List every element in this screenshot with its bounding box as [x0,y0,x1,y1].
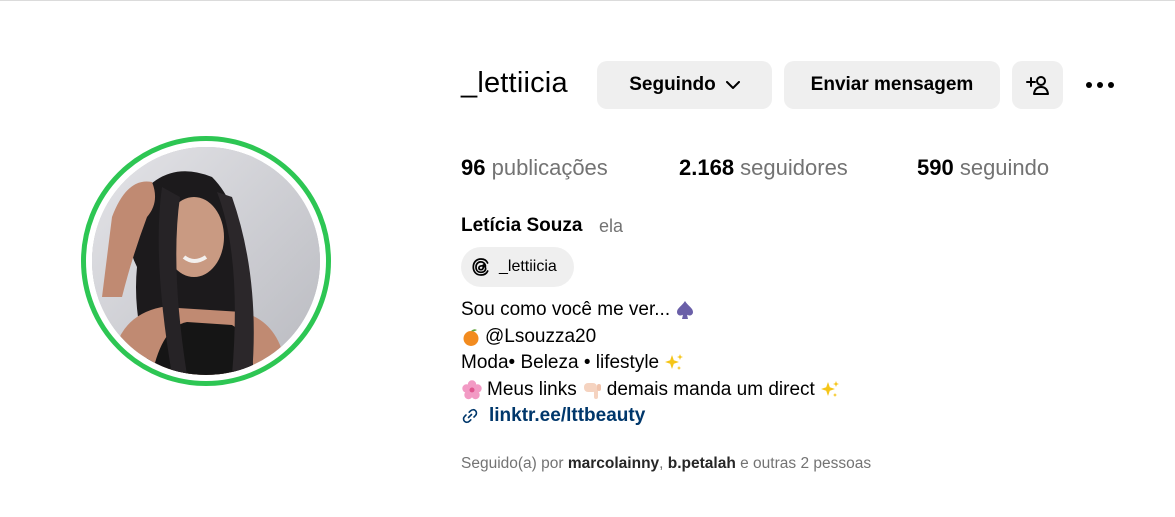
following-button-label: Seguindo [629,74,716,95]
bio-line: @Lsouzza20 [461,324,841,351]
profile-external-link[interactable]: linktr.ee/lttbeauty [461,405,645,427]
tangerine-icon [463,328,479,346]
link-icon [462,408,478,424]
following-count: 590 [917,155,954,180]
posts-count: 96 [461,155,486,180]
top-divider [0,0,1175,3]
cherry-blossom-icon [462,380,482,399]
more-dot [1108,82,1114,88]
followed-by-prefix: Seguido(a) por [461,455,568,472]
profile-photo-icon [92,147,320,375]
bio-line: Meus links demais manda um direct [461,377,841,404]
more-dot [1086,82,1092,88]
mutual-followers[interactable]: Seguido(a) por marcolainny, b.petalah e … [461,455,871,473]
mutual-follower-2[interactable]: b.petalah [668,455,736,472]
profile-full-name: Letícia Souza [461,215,583,236]
bio-line: Moda• Beleza • lifestyle [461,350,841,377]
profile-avatar[interactable] [92,147,320,375]
send-message-label: Enviar mensagem [810,74,974,95]
posts-stat: 96 publicações [461,155,608,181]
spade-suit-icon [677,301,694,320]
threads-icon [472,258,489,276]
bio-line: Sou como você me ver... [461,297,841,324]
bio-line-text: Moda• Beleza • lifestyle [461,352,660,373]
bio-line-text: Sou como você me ver... [461,299,671,320]
following-stat-label: seguindo [953,155,1050,180]
profile-avatar-story-ring[interactable] [81,136,331,386]
bio-mention[interactable]: @Lsouzza20 [485,324,596,351]
add-user-button[interactable] [1012,61,1063,109]
followers-label: seguidores [734,155,848,180]
profile-username: _lettiicia [461,67,568,99]
sparkles-icon [665,354,684,371]
bio-line-text: demais manda um direct [606,378,815,400]
followed-by-separator: , [659,455,668,472]
mutual-follower-1[interactable]: marcolainny [568,455,659,472]
profile-pronoun: ela [599,216,624,236]
following-button[interactable]: Seguindo [597,61,772,109]
pointing-down-hand-icon [583,382,601,399]
following-stat[interactable]: 590 seguindo [917,155,1049,181]
threads-badge[interactable]: _lettiicia [461,247,574,287]
followers-count: 2.168 [679,155,735,180]
profile-bio: Sou como você me ver... @Lsouzza20 Moda•… [461,297,841,403]
posts-label: publicações [485,155,608,180]
followers-stat[interactable]: 2.168 seguidores [679,155,848,181]
chevron-down-icon [725,80,740,89]
sparkles-icon [820,380,839,397]
more-dot [1097,82,1103,88]
add-person-icon [1025,76,1049,95]
followed-by-suffix: e outras 2 pessoas [735,455,872,472]
send-message-button[interactable]: Enviar mensagem [784,61,1000,109]
bio-line-text: Meus links [487,378,577,400]
more-options-icon[interactable] [1080,72,1120,98]
threads-handle: _lettiicia [499,258,557,275]
profile-link-text[interactable]: linktr.ee/lttbeauty [489,405,645,427]
